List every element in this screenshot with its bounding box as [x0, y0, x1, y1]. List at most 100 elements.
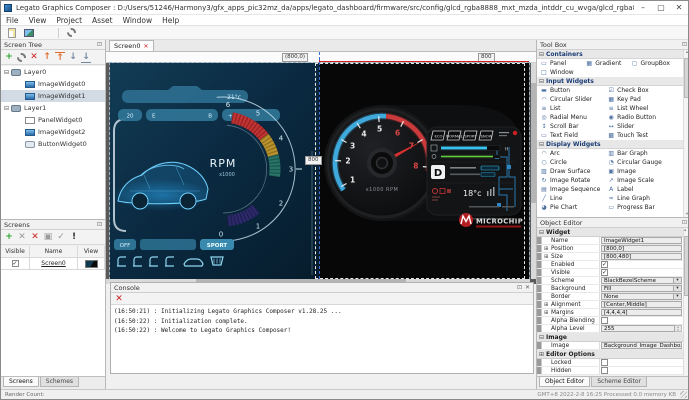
import-images-button[interactable] [22, 27, 35, 39]
remove-screen-button[interactable]: ✕ [17, 231, 27, 243]
move-up-button[interactable]: ↑ [42, 51, 52, 63]
scroll-down-icon[interactable]: ▾ [684, 212, 689, 217]
toolbox-widget-item[interactable]: ▨ Draw Surface [537, 167, 604, 176]
expander-icon[interactable]: ⊟ [539, 51, 544, 58]
toolbox-widget-item[interactable]: ▭ Progress Bar [604, 203, 671, 212]
toolbox-widget-item[interactable]: ≈ Line Graph [604, 194, 671, 203]
image-field[interactable]: Background_Image_Dashboard [601, 342, 682, 349]
tree-item[interactable]: ⊟ Layer0 [1, 66, 105, 78]
tab-screen0[interactable]: Screen0 ✕ [109, 40, 154, 51]
expander-icon[interactable]: ⊞ [544, 254, 550, 260]
add-layer-button[interactable]: + [4, 51, 14, 63]
toolbox-section-header[interactable]: ⊟ Containers [537, 50, 683, 59]
settings-button[interactable] [65, 27, 78, 39]
toolbox-widget-item[interactable]: ≡ List Wheel [604, 104, 671, 113]
toolbox-widget-item[interactable]: ◉ Radio Button [604, 113, 671, 122]
expander-icon[interactable]: ⊟ [539, 229, 544, 236]
image-section-bar[interactable]: ⊟ Image [537, 333, 683, 342]
toolbox-widget-item[interactable]: ▣ Image [604, 167, 671, 176]
menu-item[interactable]: Window [118, 16, 158, 25]
toolbox-widget-item[interactable]: ◻ GroupBox [628, 59, 673, 68]
duplicate-screen-button[interactable]: ▣ [43, 231, 53, 243]
alpha-level-field[interactable]: 255 [601, 325, 675, 332]
toolbox-widget-item[interactable]: □ Window [537, 68, 582, 77]
toolbox-widget-item[interactable]: ▦ Key Pad [604, 95, 671, 104]
delete-layer-button[interactable]: ✕ [29, 51, 39, 63]
expander-icon[interactable]: ⊞ [539, 351, 544, 358]
pin-icon[interactable]: ⊡ [97, 41, 102, 48]
toolbox-widget-item[interactable]: ◔ Circular Gauge [604, 158, 671, 167]
locked-checkbox[interactable] [601, 359, 608, 366]
toolbox-widget-item[interactable]: ▭ Text Field [537, 131, 604, 140]
toolbox-widget-item[interactable]: ▦ Gradient [582, 59, 627, 68]
menu-item[interactable]: View [24, 16, 52, 25]
toolbox-widget-item[interactable]: ▬ Button [537, 86, 604, 95]
toolbox-section-header[interactable]: ⊟ Display Widgets [537, 140, 683, 149]
toolbox-widget-item[interactable]: ↔ Slider [604, 122, 671, 131]
screen-thumbnail[interactable] [85, 260, 98, 268]
visible-checkbox[interactable] [12, 260, 19, 267]
expander-icon[interactable]: ⊟ [539, 141, 544, 148]
minimize-button[interactable]: – [634, 1, 652, 14]
toolbox-widget-item[interactable]: ◕ Pie Chart [537, 203, 604, 212]
tab-object-editor[interactable]: Object Editor [539, 377, 590, 387]
tree-item[interactable]: ButtonWidget0 [1, 138, 105, 150]
toolbox-widget-item[interactable]: ◠ Arc [537, 149, 604, 158]
tab-close-icon[interactable]: ✕ [143, 43, 148, 50]
toolbox-widget-item[interactable]: ◎ Radial Menu [537, 113, 604, 122]
export-button[interactable] [39, 27, 52, 39]
pin-icon[interactable]: ⊡ [682, 219, 687, 226]
dropdown-arrow-icon[interactable]: ▾ [674, 277, 682, 284]
position-field[interactable]: [800,0] [601, 245, 682, 252]
delete-screen-button[interactable]: ✕ [30, 231, 40, 243]
confirm-icon[interactable]: ✓ [56, 231, 66, 243]
expander-icon[interactable]: ⊞ [544, 310, 550, 316]
alignment-field[interactable]: [Center,Middle] [601, 301, 682, 308]
tab-screens[interactable]: Screens [3, 377, 39, 387]
menu-item[interactable]: Help [157, 16, 184, 25]
tree-item[interactable]: ⊟ Layer1 [1, 102, 105, 114]
toolbox-widget-item[interactable]: ▥ Bar Graph [604, 149, 671, 158]
toolbox-widget-item[interactable]: ↗ Image Scale [604, 176, 671, 185]
widget-section-bar[interactable]: ⊟ Widget [537, 228, 683, 237]
add-screen-button[interactable]: + [4, 231, 14, 243]
toolbox-widget-item[interactable]: ▭ Panel [537, 59, 582, 68]
object-editor-scrollbar[interactable]: ▴ ▾ [683, 228, 689, 375]
expander-icon[interactable]: ⊞ [544, 302, 550, 308]
toolbox-widget-item[interactable]: ╱ Line [537, 194, 604, 203]
dropdown-arrow-icon[interactable]: ▾ [674, 293, 682, 300]
screen-image-widget0[interactable]: 21°c 20 E B + [110, 63, 319, 279]
expander-icon[interactable]: ⊟ [539, 334, 544, 341]
tab-scheme-editor[interactable]: Scheme Editor [591, 377, 647, 387]
toolbox-widget-item[interactable]: ▤ Image Sequence [537, 185, 604, 194]
scroll-thumb[interactable] [684, 236, 689, 296]
tab-schemes[interactable]: Schemes [40, 377, 79, 387]
border-select[interactable]: None [601, 293, 674, 300]
menu-item[interactable]: Asset [87, 16, 118, 25]
alpha-blending-checkbox[interactable] [601, 317, 608, 324]
menu-item[interactable]: Project [51, 16, 87, 25]
toolbox-scrollbar[interactable]: ▴ ▾ [683, 50, 689, 217]
resize-grip[interactable] [680, 391, 687, 398]
name-field[interactable]: ImageWidget1 [601, 237, 682, 244]
expander-icon[interactable]: ⊞ [544, 246, 550, 252]
pin-icon[interactable]: ⊡ [517, 284, 522, 291]
toolbox-widget-item[interactable]: ↻ Image Rotate [537, 176, 604, 185]
screen-image-widget1[interactable]: 1 2 3 4 5 6 7 8 x1000 RPM [319, 63, 529, 279]
expander-icon[interactable]: ⊟ [539, 78, 544, 85]
tree-item[interactable]: ImageWidget0 [1, 78, 105, 90]
tree-item[interactable]: PanelWidget0 [1, 114, 105, 126]
enabled-checkbox[interactable] [601, 261, 608, 268]
design-canvas[interactable]: (800,0) 800 [106, 52, 536, 284]
pin-icon[interactable]: ⊡ [97, 221, 102, 228]
tree-item[interactable]: ImageWidget2 [1, 126, 105, 138]
toolbox-widget-item[interactable]: ↕ Scroll Bar [537, 122, 604, 131]
toolbox-widget-item[interactable]: ◠ Circular Slider [537, 95, 604, 104]
layer-settings-icon[interactable] [17, 53, 26, 62]
spinner-icon[interactable]: ▴▾ [675, 325, 682, 332]
scroll-up-icon[interactable]: ▴ [684, 50, 689, 55]
expander-icon[interactable]: ⊟ [4, 105, 11, 112]
visible-checkbox[interactable] [601, 269, 608, 276]
expander-icon[interactable]: ⊟ [4, 69, 11, 76]
background-select[interactable]: Fill [601, 285, 674, 292]
